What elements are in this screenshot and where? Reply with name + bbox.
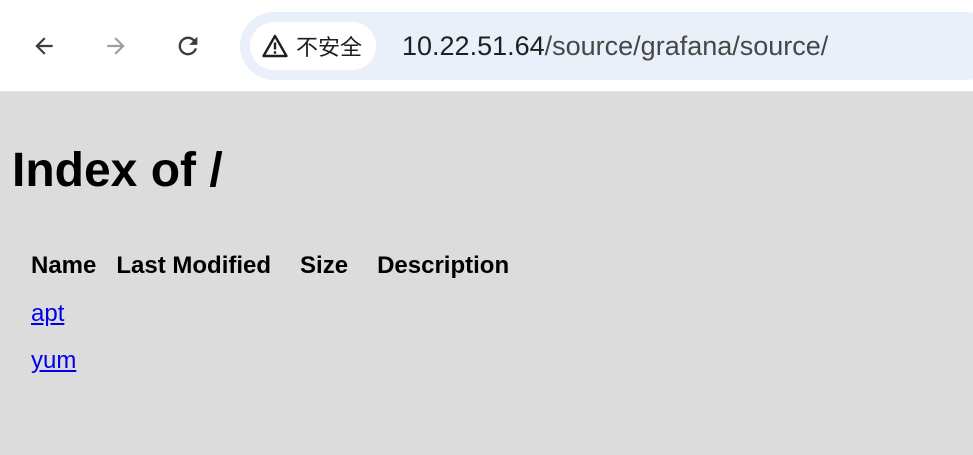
column-header-description: Description — [377, 252, 510, 279]
table-header-row: Name Last Modified Size Description — [22, 242, 529, 290]
table-row: apt — [22, 290, 529, 337]
table-row: yum — [22, 337, 529, 384]
browser-toolbar: 不安全 10.22.51.64/source/grafana/source/ — [0, 0, 973, 92]
reload-icon — [174, 32, 202, 60]
arrow-right-icon — [103, 33, 129, 59]
security-label: 不安全 — [296, 36, 363, 61]
entry-description — [368, 290, 529, 337]
entry-size — [291, 290, 368, 337]
url-text[interactable]: 10.22.51.64/source/grafana/source/ — [402, 12, 828, 80]
directory-listing: Name Last Modified Size Description apt … — [22, 242, 529, 384]
forward-button[interactable] — [96, 26, 136, 66]
reload-button[interactable] — [168, 26, 208, 66]
security-indicator[interactable]: 不安全 — [250, 22, 377, 70]
url-host: 10.22.51.64 — [402, 31, 545, 61]
warning-triangle-icon — [262, 34, 288, 58]
entry-link-yum[interactable]: yum — [31, 347, 76, 374]
back-button[interactable] — [24, 26, 64, 66]
entry-link-apt[interactable]: apt — [31, 300, 64, 327]
page-title: Index of / — [12, 144, 223, 197]
page-content: Index of / Name Last Modified Size Descr… — [0, 92, 973, 455]
entry-size — [291, 337, 368, 384]
column-header-last-modified: Last Modified — [116, 252, 272, 279]
entry-description — [368, 337, 529, 384]
url-path: /source/grafana/source/ — [544, 31, 829, 61]
column-header-name: Name — [31, 252, 97, 279]
address-bar[interactable]: 不安全 10.22.51.64/source/grafana/source/ — [240, 12, 973, 80]
entry-last-modified — [107, 290, 291, 337]
entry-last-modified — [107, 337, 291, 384]
arrow-left-icon — [31, 33, 57, 59]
column-header-size: Size — [300, 252, 349, 279]
